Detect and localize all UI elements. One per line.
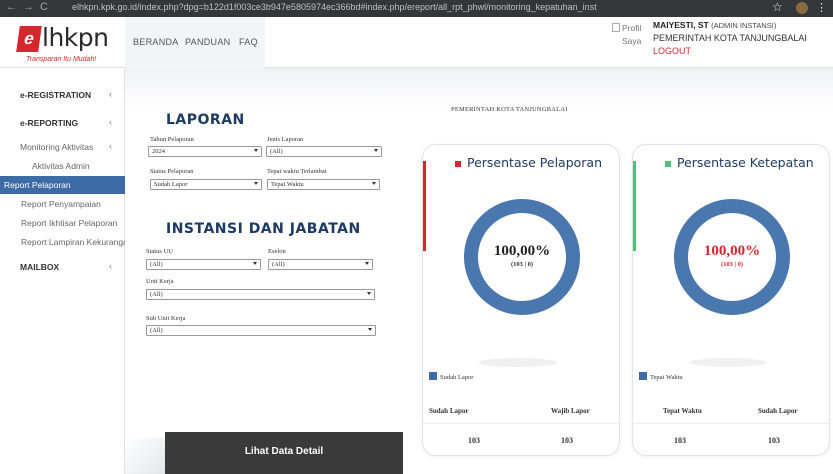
app-header: e lhkpn Transparan Itu Mudah! BERANDA PA…: [0, 17, 833, 68]
user-organization: PEMERINTAH KOTA TANJUNGBALAI: [653, 33, 807, 43]
lihat-data-detail-button[interactable]: Lihat Data Detail: [165, 432, 403, 474]
chart-legend: Sudah Lapor: [429, 372, 473, 381]
chevron-left-icon: ‹: [109, 89, 112, 99]
donut-chart: 100,00% (103 | 0): [463, 187, 581, 327]
caret-down-icon: [367, 292, 371, 295]
chevron-left-icon: ‹: [109, 117, 112, 127]
status-label: Status Pelaporan: [150, 168, 194, 175]
sub-unit-kerja-label: Sub Unit Kerja: [146, 315, 186, 322]
bookmark-star-icon[interactable]: ☆: [772, 0, 783, 14]
eselon-label: Eselon: [268, 248, 286, 255]
status-uu-label: Status UU: [146, 248, 173, 255]
caret-down-icon: [372, 182, 376, 185]
tepat-label: Tepat waktu Terlambat: [267, 168, 327, 175]
user-photo[interactable]: Profil Saya: [612, 22, 641, 48]
user-name: MAIYESTI, ST (ADMIN INSTANSI): [653, 20, 777, 30]
donut-percent: 100,00%: [704, 243, 760, 259]
donut-shadow: [689, 358, 767, 367]
status-uu-select[interactable]: (All): [146, 259, 261, 270]
tahun-select[interactable]: 2024: [148, 146, 262, 157]
logo-wordmark: lhkpn: [42, 23, 109, 52]
logout-link[interactable]: LOGOUT: [653, 46, 691, 56]
browser-nav-icons[interactable]: ←→C: [6, 1, 54, 13]
table-divider: [633, 423, 829, 424]
caret-down-icon: [374, 149, 378, 152]
eselon-select[interactable]: (All): [268, 259, 373, 270]
jenis-label: Jenis Laporan: [267, 136, 304, 143]
col-header-tepat-waktu: Tepat Waktu: [663, 407, 702, 415]
sidebar-item-aktivitas-admin[interactable]: Aktivitas Admin: [0, 157, 125, 175]
jenis-select[interactable]: (All): [266, 146, 382, 157]
donut-chart: 100,00% (103 | 0): [673, 187, 791, 327]
chevron-left-icon: ‹: [109, 141, 112, 151]
table-divider: [423, 423, 619, 424]
legend-swatch: [639, 372, 647, 380]
decorative-background: [125, 68, 833, 108]
unit-kerja-label: Unit Kerja: [146, 278, 174, 285]
value-wajib-lapor: 103: [561, 436, 573, 445]
browser-toolbar: ←→C elhkpn.kpk.go.id/index.php?dpg=b122d…: [0, 0, 833, 17]
report-org-heading: PEMERINTAH KOTA TANJUNGBALAI: [451, 106, 568, 113]
value-tepat-waktu: 103: [674, 436, 686, 445]
col-header-sudah-lapor: Sudah Lapor: [758, 407, 798, 415]
profile-icon[interactable]: [796, 2, 808, 14]
elhkpn-logo[interactable]: e lhkpn Transparan Itu Mudah!: [16, 23, 109, 65]
value-sudah-lapor: 103: [768, 436, 780, 445]
legend-swatch: [429, 372, 437, 380]
nav-beranda[interactable]: BERANDA: [133, 37, 179, 47]
broken-image-icon: [612, 23, 620, 32]
card-title: Persentase Pelaporan: [467, 155, 603, 170]
col-header-wajib-lapor: Wajib Lapor: [551, 407, 590, 415]
caret-down-icon: [254, 149, 258, 152]
col-header-sudah-lapor: Sudah Lapor: [429, 407, 469, 415]
logo-mark: e: [16, 26, 42, 52]
card-persentase-pelaporan: Persentase Pelaporan 100,00% (103 | 0) S…: [422, 144, 620, 456]
status-select[interactable]: Sudah Lapor: [150, 179, 262, 190]
sidebar-item-monitoring-aktivitas[interactable]: Monitoring Aktivitas ‹: [0, 138, 125, 156]
user-role: (ADMIN INSTANSI): [711, 21, 777, 30]
main-content: PEMERINTAH KOTA TANJUNGBALAI LAPORAN Tah…: [125, 68, 833, 474]
nav-faq[interactable]: FAQ: [239, 37, 258, 47]
sidebar-item-report-ikhtisar[interactable]: Report Ikhtisar Pelaporan: [0, 214, 125, 232]
sidebar-item-report-pelaporan[interactable]: Report Pelaporan: [0, 176, 125, 194]
sidebar-item-report-lampiran[interactable]: Report Lampiran Kekurangan: [0, 233, 125, 251]
card-persentase-ketepatan: Persentase Ketepatan 100,00% (103 | 0) T…: [632, 144, 830, 456]
sidebar-item-e-registration[interactable]: e-REGISTRATION ‹: [0, 86, 125, 104]
chevron-left-icon: ‹: [109, 261, 112, 271]
caret-down-icon: [368, 328, 372, 331]
caret-down-icon: [253, 262, 257, 265]
card-accent-bar: [633, 161, 636, 251]
top-nav: BERANDA PANDUAN FAQ: [125, 17, 265, 68]
unit-kerja-select[interactable]: (All): [146, 289, 375, 300]
donut-ratio: (103 | 0): [721, 261, 743, 268]
sub-unit-kerja-select[interactable]: (All): [146, 325, 376, 336]
sidebar-item-e-reporting[interactable]: e-REPORTING ‹: [0, 114, 125, 132]
chart-legend: Tepat Waktu: [639, 372, 683, 381]
value-sudah-lapor: 103: [468, 436, 480, 445]
address-bar[interactable]: elhkpn.kpk.go.id/index.php?dpg=b122d1f00…: [72, 2, 752, 15]
browser-menu-icon[interactable]: ⋮: [816, 1, 827, 14]
donut-ratio: (103 | 0): [511, 261, 533, 268]
laporan-title: LAPORAN: [166, 112, 245, 128]
card-title: Persentase Ketepatan: [677, 155, 814, 170]
tahun-label: Tahun Pelaporan: [150, 136, 194, 143]
sidebar-item-report-penyampaian[interactable]: Report Penyampaian: [0, 195, 125, 213]
card-accent-bar: [423, 161, 426, 251]
donut-percent: 100,00%: [494, 243, 550, 259]
donut-shadow: [479, 358, 557, 367]
logo-tagline: Transparan Itu Mudah!: [26, 56, 97, 63]
sidebar-item-mailbox[interactable]: MAILBOX ‹: [0, 258, 125, 276]
caret-down-icon: [254, 182, 258, 185]
nav-panduan[interactable]: PANDUAN: [185, 37, 230, 47]
caret-down-icon: [365, 262, 369, 265]
sidebar: e-REGISTRATION ‹ e-REPORTING ‹ Monitoring …: [0, 68, 125, 474]
decorative-background: [125, 438, 165, 474]
instansi-title: INSTANSI DAN JABATAN: [166, 221, 361, 237]
tepat-select[interactable]: Tepat Waktu: [267, 179, 380, 190]
